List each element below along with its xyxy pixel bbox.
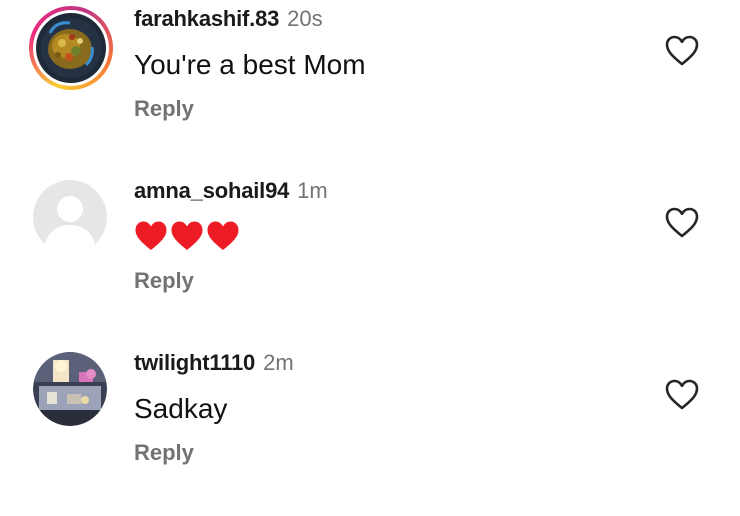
avatar <box>36 13 106 83</box>
like-button[interactable] <box>664 206 700 240</box>
comment-emoji-text <box>134 218 240 254</box>
comment-item: twilight1110 2m Sadkay Reply <box>0 344 740 516</box>
avatar[interactable] <box>33 180 107 254</box>
comment-header: amna_sohail94 1m <box>134 178 328 204</box>
comment-text: You're a best Mom <box>134 49 366 80</box>
room-photo-avatar-icon <box>33 352 107 426</box>
comment-header: farahkashif.83 20s <box>134 6 323 32</box>
comment-text: Sadkay <box>134 393 228 424</box>
red-heart-icon <box>207 221 239 250</box>
avatar[interactable] <box>33 352 107 426</box>
username[interactable]: farahkashif.83 <box>134 6 279 31</box>
reply-button[interactable]: Reply <box>134 267 194 295</box>
heart-outline-icon <box>665 379 699 410</box>
heart-outline-icon <box>665 207 699 238</box>
like-button[interactable] <box>664 34 700 68</box>
timestamp: 2m <box>263 350 294 375</box>
heart-outline-icon <box>665 35 699 66</box>
reply-button[interactable]: Reply <box>134 439 194 467</box>
default-avatar-icon <box>33 180 107 254</box>
red-heart-icon <box>171 221 203 250</box>
comment-header: twilight1110 2m <box>134 350 294 376</box>
red-heart-icon <box>135 221 167 250</box>
comment-item: amna_sohail94 1m Reply <box>0 172 740 344</box>
avatar-story-ring[interactable] <box>29 6 113 90</box>
food-photo-avatar-icon <box>36 13 106 83</box>
timestamp: 20s <box>287 6 323 31</box>
comment-item: farahkashif.83 20s You're a best Mom Repl… <box>0 0 740 172</box>
timestamp: 1m <box>297 178 328 203</box>
username[interactable]: amna_sohail94 <box>134 178 289 203</box>
reply-button[interactable]: Reply <box>134 95 194 123</box>
like-button[interactable] <box>664 378 700 412</box>
username[interactable]: twilight1110 <box>134 350 255 375</box>
